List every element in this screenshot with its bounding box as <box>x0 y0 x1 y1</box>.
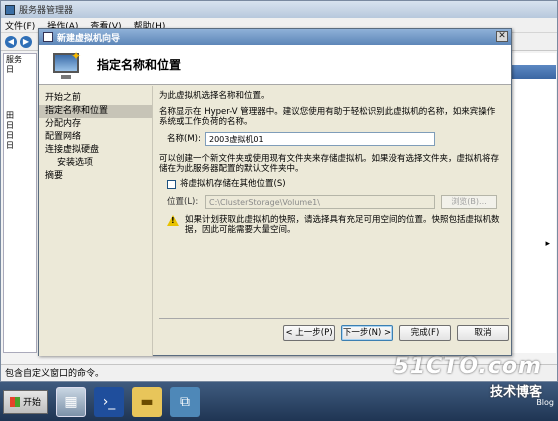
tree-node[interactable]: 服务 <box>4 54 36 64</box>
menu-file[interactable]: 文件(F) <box>5 19 35 32</box>
next-button[interactable]: 下一步(N) > <box>341 325 393 341</box>
forward-arrow-icon[interactable]: ▶ <box>20 35 32 48</box>
finish-button[interactable]: 完成(F) <box>399 325 451 341</box>
watermark-site: 51CTO.com <box>393 354 542 379</box>
wizard-steps-nav: 开始之前 指定名称和位置 分配内存 配置网络 连接虚拟硬盘 安装选项 摘要 <box>39 86 153 356</box>
step-specify-name-location[interactable]: 指定名称和位置 <box>39 105 152 118</box>
snapshot-warning-text: 如果计划获取此虚拟机的快照，请选择具有充足可用空间的位置。快照包括虚拟机数据，因… <box>185 215 500 235</box>
server-manager-titlebar: 服务器管理器 <box>1 1 557 18</box>
step-connect-virtual-disk[interactable]: 连接虚拟硬盘 <box>39 144 152 157</box>
button-separator <box>159 318 509 319</box>
chevron-right-icon[interactable]: ▸ <box>545 239 550 249</box>
server-manager-title: 服务器管理器 <box>19 6 74 16</box>
actions-pane: ▸ <box>506 53 556 353</box>
page-title: 指定名称和位置 <box>97 58 182 72</box>
wizard-header: ✦ 指定名称和位置 <box>39 45 511 85</box>
intro-text: 为此虚拟机选择名称和位置。 <box>159 91 270 101</box>
cancel-button[interactable]: 取消 <box>457 325 509 341</box>
watermark: 51CTO.com 技术博客 <box>394 354 542 400</box>
name-label: 名称(M): <box>167 134 201 144</box>
store-elsewhere-checkbox[interactable] <box>167 179 176 189</box>
status-text: 包含自定义窗口的命令。 <box>5 369 105 379</box>
previous-button[interactable]: < 上一步(P) <box>283 325 335 341</box>
windows-flag-icon <box>10 396 20 407</box>
close-icon[interactable]: ✕ <box>496 31 508 42</box>
store-hint-text: 可以创建一个新文件夹或使用现有文件夹来存储虚拟机。如果没有选择文件夹，虚拟机将存… <box>159 154 500 174</box>
back-arrow-icon[interactable]: ◀ <box>5 35 17 48</box>
store-elsewhere-label[interactable]: 将虚拟机存储在其他位置(S) <box>180 179 286 189</box>
step-configure-network[interactable]: 配置网络 <box>39 131 152 144</box>
explorer-folder-icon[interactable]: ▬ <box>132 386 163 417</box>
server-manager-app-icon <box>5 4 15 15</box>
wizard-button-row: < 上一步(P) 下一步(N) > 完成(F) 取消 <box>277 325 509 341</box>
new-vm-wizard-dialog: 新建虚拟机向导 ✕ ✦ 指定名称和位置 开始之前 指定名称和位置 分配内存 配置… <box>38 28 512 356</box>
watermark-slogan: 技术博客 <box>489 385 542 400</box>
start-label: 开始 <box>23 398 42 408</box>
wizard-titlebar: 新建虚拟机向导 ✕ <box>39 29 511 45</box>
location-input <box>205 195 435 209</box>
tree-node[interactable]: 日 <box>4 130 36 140</box>
step-summary[interactable]: 摘要 <box>39 170 152 183</box>
browse-button: 浏览(B)... <box>441 195 497 209</box>
start-button[interactable]: 开始 <box>3 389 49 414</box>
location-label: 位置(L): <box>167 197 199 207</box>
server-manager-icon[interactable]: ▦ <box>56 386 87 417</box>
tree-node[interactable]: 日 <box>4 64 36 74</box>
watermark-blog: Blog <box>536 398 554 407</box>
name-hint-text: 名称显示在 Hyper-V 管理器中。建议您使用有助于轻松识别此虚拟机的名称，如… <box>159 107 496 127</box>
tree-node[interactable]: 田 <box>4 110 36 120</box>
virtual-machine-icon: ✦ <box>51 49 85 81</box>
step-assign-memory[interactable]: 分配内存 <box>39 118 152 131</box>
tree-node[interactable]: 日 <box>4 120 36 130</box>
wizard-title: 新建虚拟机向导 <box>57 33 121 44</box>
navigation-tree: 服务 日 田 日 日 日 <box>3 53 37 353</box>
tree-node[interactable]: 日 <box>4 140 36 150</box>
vm-name-input[interactable] <box>205 132 435 146</box>
network-icon[interactable]: ⧉ <box>170 386 201 417</box>
powershell-icon[interactable]: ›_ <box>94 386 125 417</box>
step-install-options[interactable]: 安装选项 <box>39 157 152 170</box>
step-before-you-begin[interactable]: 开始之前 <box>39 92 152 105</box>
actions-pane-header <box>507 65 556 79</box>
wizard-content: 为此虚拟机选择名称和位置。 名称显示在 Hyper-V 管理器中。建议您使用有助… <box>159 91 507 291</box>
warning-icon <box>167 215 179 226</box>
wizard-window-icon <box>43 32 53 42</box>
